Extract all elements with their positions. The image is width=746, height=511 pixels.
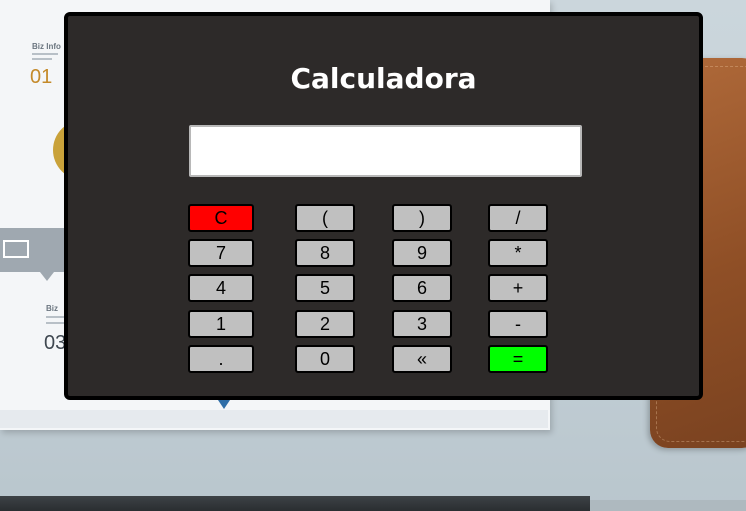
digit-4-button[interactable]: 4 (188, 274, 254, 302)
subtract-button[interactable]: - (488, 310, 548, 338)
backspace-button[interactable]: « (392, 345, 452, 373)
calculator-display[interactable] (189, 125, 582, 177)
divide-button[interactable]: / (488, 204, 548, 232)
digit-1-button[interactable]: 1 (188, 310, 254, 338)
digit-3-button[interactable]: 3 (392, 310, 452, 338)
digit-0-button[interactable]: 0 (295, 345, 355, 373)
digit-7-button[interactable]: 7 (188, 239, 254, 267)
calculator-panel: Calculadora C ( ) / 7 8 9 * 4 5 6 + 1 2 … (64, 12, 703, 400)
background-lorem-line (46, 322, 64, 324)
add-button[interactable]: + (488, 274, 548, 302)
background-lorem-line (46, 316, 66, 318)
digit-6-button[interactable]: 6 (392, 274, 452, 302)
digit-8-button[interactable]: 8 (295, 239, 355, 267)
equals-button[interactable]: = (488, 345, 548, 373)
digit-5-button[interactable]: 5 (295, 274, 355, 302)
background-number-01: 01 (30, 66, 53, 88)
calculator-title: Calculadora (290, 62, 477, 95)
background-desk-strip (590, 500, 746, 511)
multiply-button[interactable]: * (488, 239, 548, 267)
background-number-03: 03 (44, 332, 67, 354)
background-device-edge (0, 496, 590, 511)
close-paren-button[interactable]: ) (392, 204, 452, 232)
digit-9-button[interactable]: 9 (392, 239, 452, 267)
decimal-button[interactable]: . (188, 345, 254, 373)
background-biz-info-text: Biz Info (32, 42, 61, 51)
background-banner-tip (40, 272, 54, 281)
background-biz-text: Biz (46, 304, 58, 313)
background-arrow-icon (218, 400, 230, 409)
clear-button[interactable]: C (188, 204, 254, 232)
background-lorem-line (32, 58, 52, 60)
open-paren-button[interactable]: ( (295, 204, 355, 232)
background-lorem-line (32, 53, 58, 55)
background-document-edge (0, 410, 548, 428)
digit-2-button[interactable]: 2 (295, 310, 355, 338)
envelope-icon (3, 240, 29, 258)
